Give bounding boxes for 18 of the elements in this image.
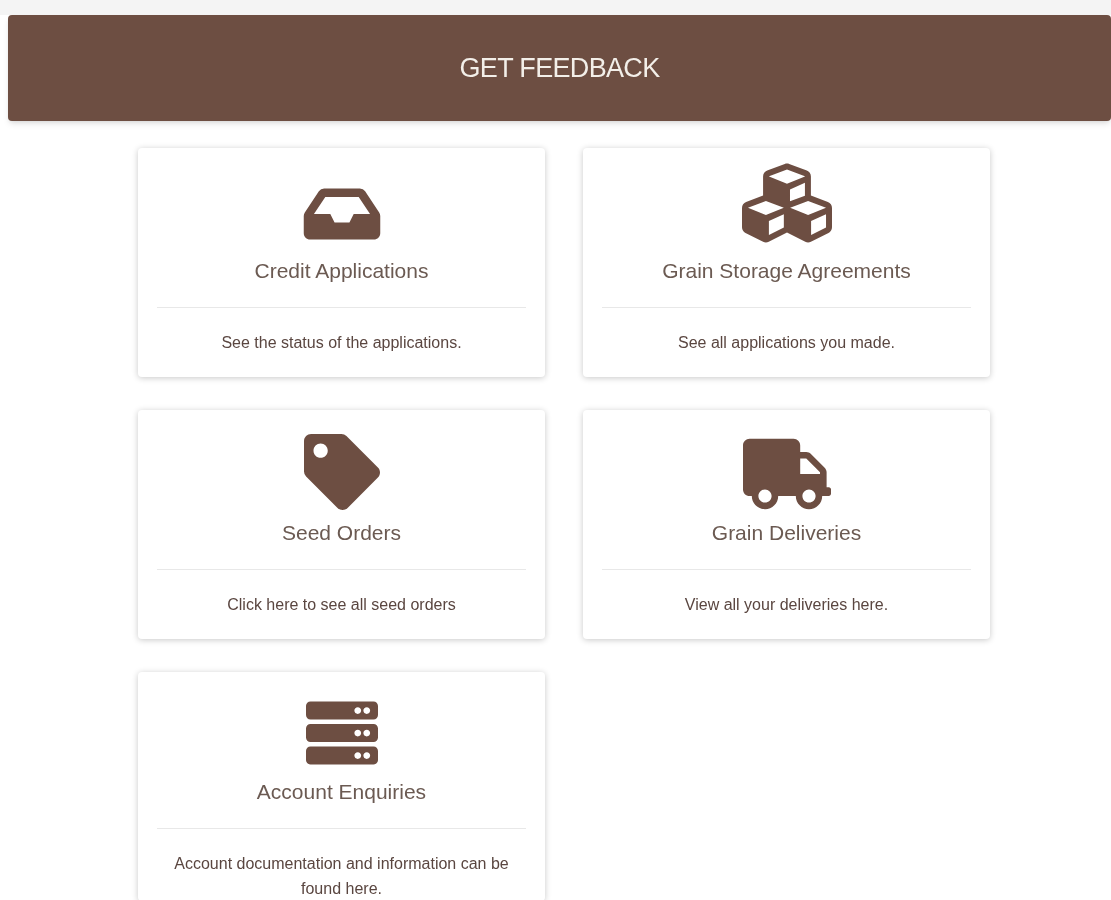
card-description: View all your deliveries here. xyxy=(683,595,890,615)
card-description: Click here to see all seed orders xyxy=(226,595,457,615)
menu-card[interactable]: Credit Applications See the status of the applications. xyxy=(138,148,545,377)
card-title: Account Enquiries xyxy=(256,779,427,805)
card-title: Grain Deliveries xyxy=(711,520,862,546)
page-title: GET FEEDBACK xyxy=(459,51,660,85)
menu-card[interactable]: Grain Deliveries View all your deliveries here. xyxy=(583,410,990,639)
truck-icon xyxy=(742,438,831,510)
card-title: Grain Storage Agreements xyxy=(662,258,911,284)
card-description: See the status of the applications. xyxy=(220,333,463,353)
card-description: Account documentation and information can be found here. xyxy=(173,854,510,899)
tag-icon xyxy=(303,434,380,510)
card-title: Seed Orders xyxy=(281,520,402,546)
menu-card[interactable]: Seed Orders Click here to see all seed orders xyxy=(138,410,545,639)
card-title: Credit Applications xyxy=(254,258,429,284)
menu-card[interactable]: Grain Storage Agreements See all applications you made. xyxy=(583,148,990,377)
menu-card[interactable]: Account Enquiries Account documentation and information can be found here. xyxy=(138,672,545,900)
card-description: See all applications you made. xyxy=(677,333,896,353)
